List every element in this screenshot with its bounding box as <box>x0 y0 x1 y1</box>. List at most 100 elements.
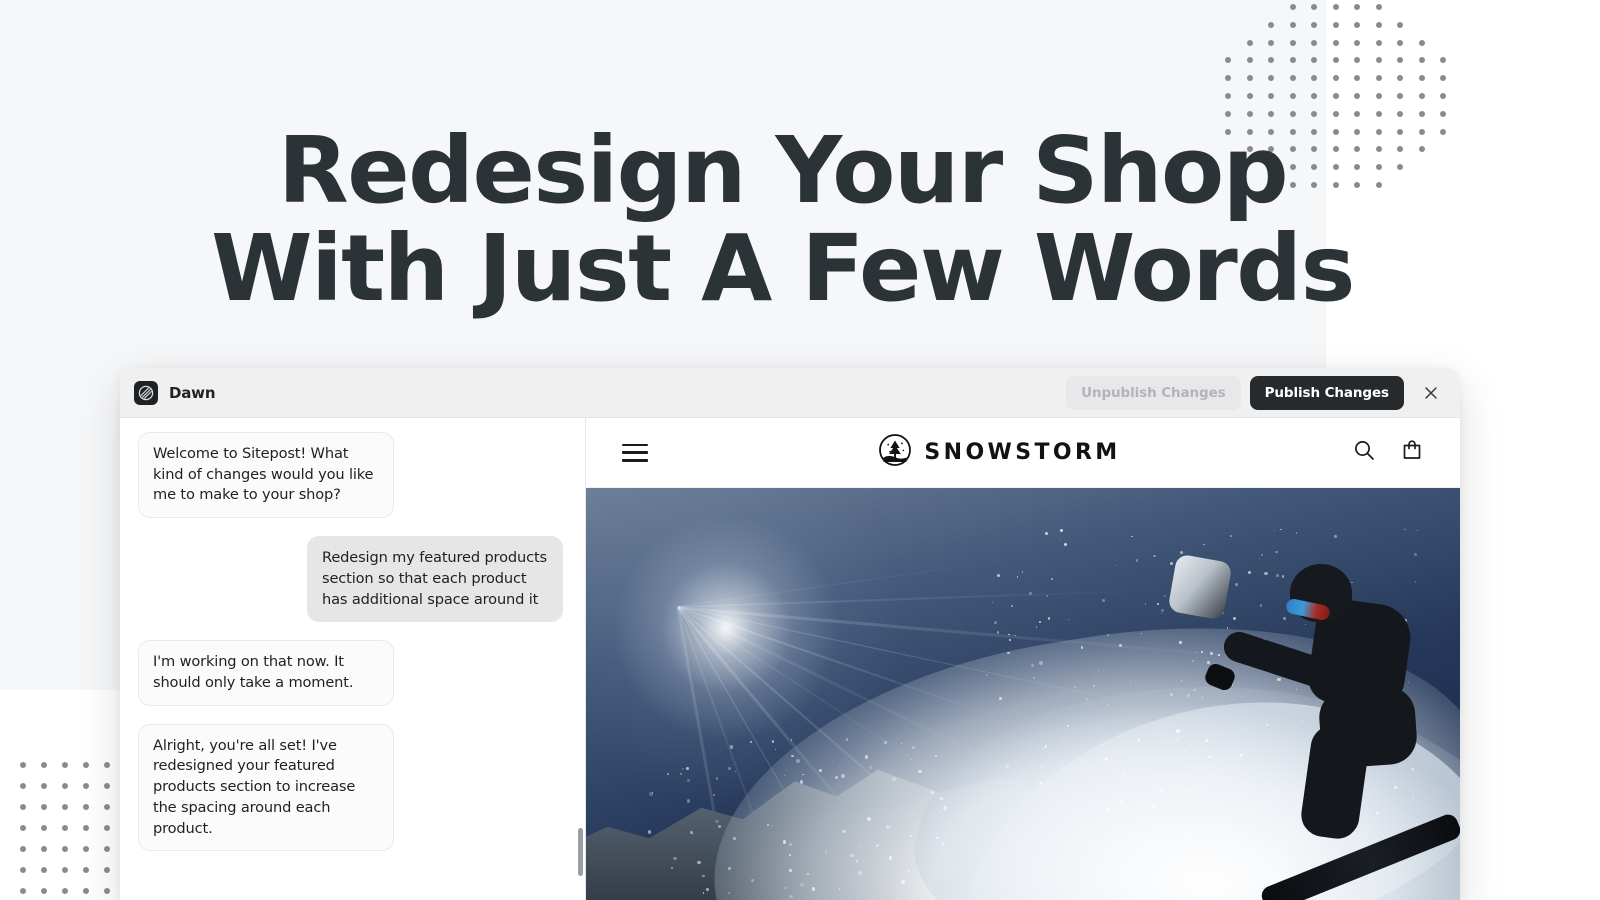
decorative-dot <box>1375 110 1382 117</box>
window-body: Welcome to Sitepost! What kind of change… <box>120 418 1460 900</box>
decorative-dot <box>1440 57 1446 64</box>
snow-particle <box>1102 599 1106 602</box>
snow-particle <box>1019 792 1022 794</box>
snow-particle <box>680 773 682 775</box>
snow-particle <box>799 780 804 784</box>
decorative-dot <box>1354 39 1360 46</box>
decorative-dot <box>20 783 26 789</box>
snow-particle <box>1229 535 1232 538</box>
decorative-dot <box>1268 57 1274 64</box>
decorative-dot <box>83 783 89 789</box>
snow-particle <box>686 799 691 803</box>
decorative-dot <box>1268 39 1274 46</box>
snow-particle <box>729 745 734 749</box>
snow-particle <box>712 794 715 796</box>
decorative-dot <box>1268 21 1274 28</box>
decorative-dot <box>1246 39 1253 46</box>
app-window: Dawn Unpublish Changes Publish Changes W… <box>120 368 1460 900</box>
decorative-dot <box>1332 21 1339 28</box>
decorative-dot <box>20 804 26 810</box>
snow-particle <box>692 833 694 836</box>
snow-particle <box>910 835 912 837</box>
decorative-dot <box>83 804 89 810</box>
snow-particle <box>930 790 934 794</box>
decorative-dot <box>1354 4 1360 10</box>
close-window-button[interactable] <box>1416 378 1446 408</box>
decorative-dot <box>1332 57 1339 64</box>
snow-particle <box>1260 553 1263 556</box>
snow-particle <box>911 745 915 749</box>
snow-particle <box>884 855 886 857</box>
decorative-dot <box>20 825 26 831</box>
unpublish-changes-button[interactable]: Unpublish Changes <box>1066 375 1241 410</box>
decorative-dot <box>1332 110 1339 117</box>
decorative-dot <box>104 867 110 873</box>
snow-particle <box>673 856 677 861</box>
app-title: Dawn <box>169 383 216 402</box>
snow-particle <box>1120 800 1123 803</box>
window-titlebar: Dawn Unpublish Changes Publish Changes <box>120 368 1460 418</box>
chat-message-user: Redesign my featured products section so… <box>307 536 563 623</box>
hamburger-menu-icon[interactable] <box>622 443 648 462</box>
decorative-dot <box>1375 21 1382 28</box>
decorative-dot <box>1354 57 1360 64</box>
decorative-dot <box>1354 75 1360 82</box>
snow-particle <box>750 740 753 743</box>
snow-particle <box>1060 823 1064 826</box>
snow-particle <box>876 844 879 847</box>
store-brand[interactable]: SNOWSTORM <box>879 434 1120 471</box>
snow-particle <box>885 825 890 829</box>
decorative-dot <box>62 762 68 768</box>
snow-particle <box>1059 528 1063 533</box>
snow-particle <box>1035 626 1037 628</box>
decorative-dot <box>1225 93 1231 99</box>
snow-particle <box>866 816 871 821</box>
decorative-dot <box>1354 110 1360 117</box>
decorative-dot <box>1311 39 1317 46</box>
decorative-dot <box>1440 75 1446 82</box>
snowboarder-figure <box>1167 553 1460 900</box>
decorative-dot <box>1375 93 1382 99</box>
decorative-dot <box>1246 57 1253 64</box>
snow-particle <box>892 776 896 781</box>
shopping-cart-icon[interactable] <box>1400 438 1424 467</box>
decorative-dot <box>1268 75 1274 82</box>
titlebar-actions: Unpublish Changes Publish Changes <box>1066 375 1446 410</box>
chat-scrollbar-thumb[interactable] <box>578 828 583 876</box>
decorative-dot <box>1397 75 1403 82</box>
decorative-dot <box>1311 110 1317 117</box>
decorative-dot <box>1418 110 1425 117</box>
decorative-dot <box>20 867 26 873</box>
chat-panel: Welcome to Sitepost! What kind of change… <box>120 418 586 900</box>
snow-particle <box>845 738 848 741</box>
decorative-dot <box>83 867 89 873</box>
decorative-dot <box>104 846 110 852</box>
snow-particle <box>1038 781 1042 785</box>
decorative-dot <box>1225 75 1231 82</box>
decorative-dot <box>83 762 89 768</box>
store-brand-name: SNOWSTORM <box>924 440 1121 465</box>
decorative-dot <box>1440 110 1446 117</box>
chat-message-row: Welcome to Sitepost! What kind of change… <box>138 432 567 536</box>
snow-particle <box>647 830 651 834</box>
chat-message-bot: Alright, you're all set! I've redesigned… <box>138 723 394 852</box>
snow-particle <box>936 836 939 840</box>
decorative-dot <box>20 846 26 852</box>
snow-particle <box>812 887 816 891</box>
decorative-dot <box>1332 93 1339 99</box>
rider-leg <box>1298 722 1372 842</box>
snow-particle <box>1039 661 1043 665</box>
snow-particle <box>1152 804 1156 808</box>
snow-particle <box>855 860 859 863</box>
snow-particle <box>840 773 845 778</box>
decorative-dot <box>41 762 47 768</box>
search-icon[interactable] <box>1352 438 1376 467</box>
decorative-dot <box>1311 4 1317 10</box>
chat-message-bot: I'm working on that now. It should only … <box>138 640 394 706</box>
store-header-actions <box>1352 438 1424 467</box>
decorative-dot <box>1332 75 1339 82</box>
decorative-dot <box>1246 75 1253 82</box>
publish-changes-button[interactable]: Publish Changes <box>1249 375 1404 410</box>
snow-particle <box>1161 609 1164 612</box>
snow-particle <box>1275 550 1278 554</box>
